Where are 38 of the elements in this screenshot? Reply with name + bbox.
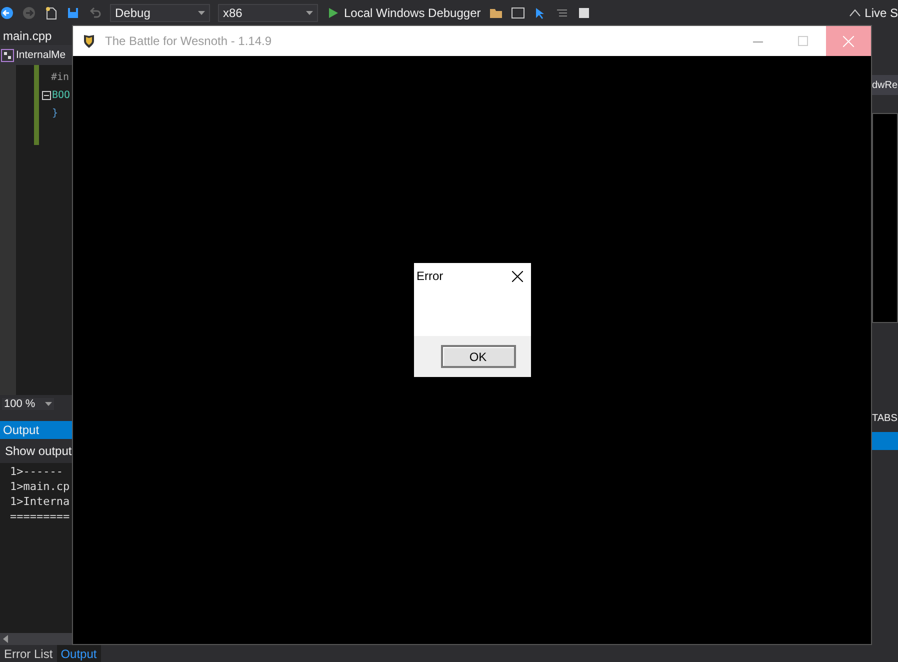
caret-icon [198, 10, 205, 14]
ok-button[interactable]: OK [440, 345, 516, 368]
close-icon [843, 36, 854, 46]
live-share-button[interactable]: Live S [848, 6, 898, 20]
maximize-icon [798, 36, 809, 46]
save-icon[interactable] [66, 6, 80, 20]
output-line: ========= [10, 510, 71, 525]
scope-bar[interactable]: InternalMe [0, 45, 72, 65]
shield-icon [81, 33, 97, 49]
code-text: } [52, 108, 58, 118]
panel-tab[interactable]: Output [56, 645, 101, 662]
output-line: 1>------ [10, 465, 64, 480]
zoom-dropdown[interactable]: 100 % [2, 398, 54, 410]
undo-icon[interactable] [88, 6, 102, 20]
window-icon[interactable] [510, 6, 525, 20]
back-icon[interactable] [0, 6, 14, 20]
output-line: 1>Interna [10, 495, 71, 510]
close-icon[interactable] [512, 271, 522, 282]
show-output-label: Show output [5, 444, 72, 458]
dialog-title: Error [416, 269, 444, 283]
new-file-icon[interactable] [44, 6, 58, 20]
platform-dropdown[interactable]: x86 [218, 4, 318, 22]
status-text: TABS [872, 413, 898, 424]
play-icon [326, 6, 340, 20]
code-text: BOO [52, 90, 70, 100]
panel-title: Output [0, 421, 72, 439]
code-text: #in [51, 72, 70, 82]
panel-header [872, 432, 898, 450]
scroll-left-icon[interactable] [2, 635, 10, 643]
caret-icon [306, 10, 313, 14]
square-icon[interactable] [576, 6, 591, 20]
configuration-dropdown[interactable]: Debug [110, 4, 210, 22]
caret-icon [45, 402, 52, 406]
collapse-icon[interactable] [42, 90, 51, 100]
start-debugger-button[interactable]: Local Windows Debugger [326, 6, 481, 20]
document-tab[interactable]: dwRe [872, 75, 898, 95]
window-title: The Battle for Wesnoth - 1.14.9 [105, 34, 273, 48]
output-line: 1>main.cp [10, 480, 71, 495]
